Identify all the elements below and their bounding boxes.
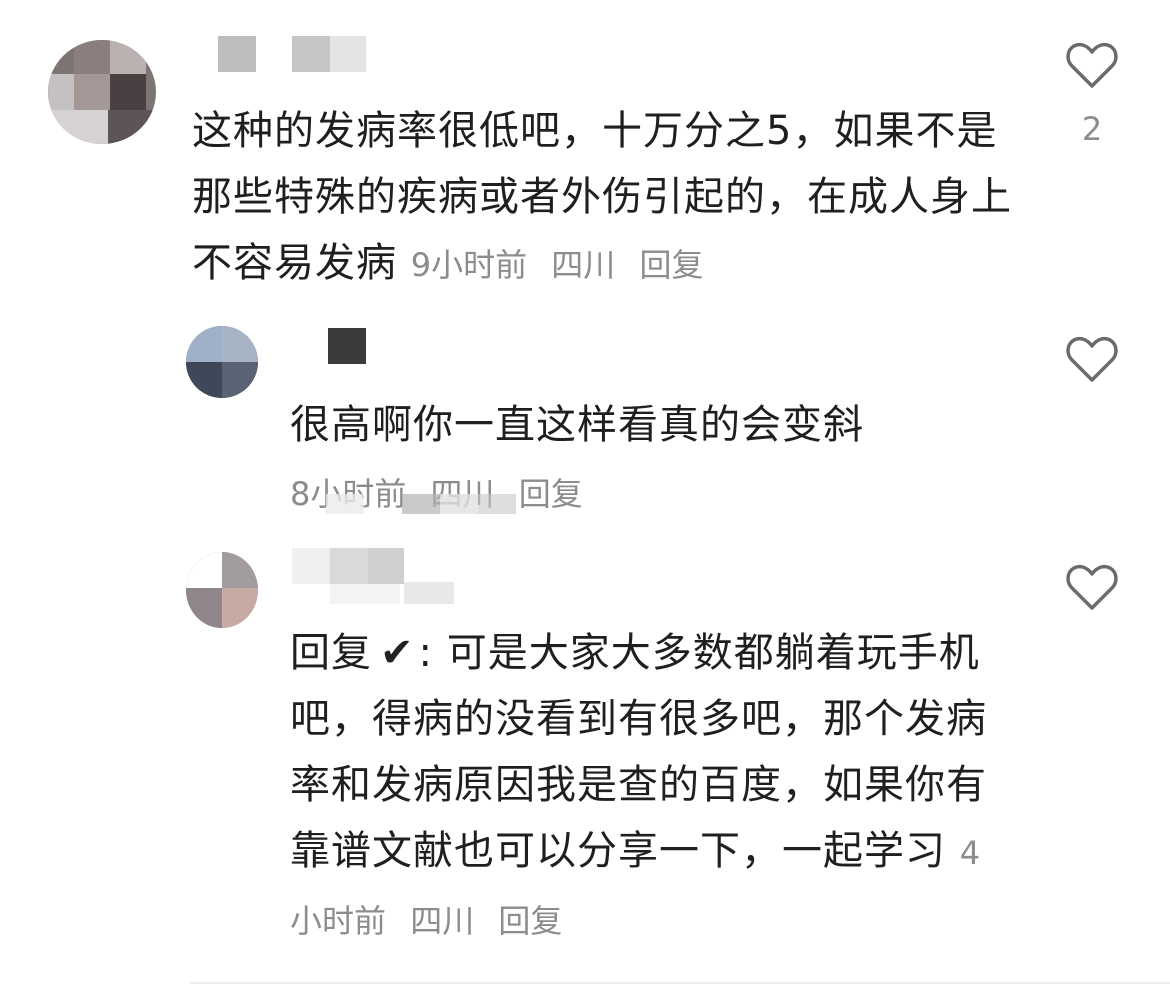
username-blurred[interactable] xyxy=(328,328,368,364)
comment-text: 这种的发病率很低吧，十万分之5，如果不是那些特殊的疾病或者外伤引起的，在成人身上… xyxy=(192,98,1022,298)
reply-button[interactable]: 回复 xyxy=(498,902,562,940)
reply-button[interactable]: 回复 xyxy=(639,246,703,284)
like-button[interactable] xyxy=(1062,336,1122,384)
blur-overlay xyxy=(326,494,516,514)
avatar[interactable] xyxy=(48,40,156,144)
username-blurred[interactable] xyxy=(292,548,462,604)
like-button[interactable]: 2 xyxy=(1062,42,1122,148)
comment-time: 9小时前 xyxy=(410,246,528,284)
comment-location: 四川 xyxy=(551,246,616,284)
comment-location: 四川 xyxy=(410,902,475,940)
reply-prefix: 回复 xyxy=(290,630,372,676)
heart-outline-icon xyxy=(1066,42,1118,88)
checkmark-icon: ✔ xyxy=(380,630,415,676)
username-blurred[interactable] xyxy=(218,36,368,72)
avatar[interactable] xyxy=(186,326,258,398)
heart-outline-icon xyxy=(1066,564,1118,610)
comment-text: 回复 ✔: 可是大家大多数都躺着玩手机吧，得病的没看到有很多吧，那个发病率和发病原… xyxy=(290,620,990,954)
heart-outline-icon xyxy=(1066,336,1118,382)
like-button[interactable] xyxy=(1062,564,1122,612)
comment-meta: 9小时前 四川 回复 xyxy=(411,246,718,284)
reply-button[interactable]: 回复 xyxy=(519,475,583,513)
like-count: 2 xyxy=(1081,110,1103,148)
comment-body: 很高啊你一直这样看真的会变斜 xyxy=(290,402,864,448)
divider xyxy=(190,982,1170,984)
avatar[interactable] xyxy=(186,552,258,628)
